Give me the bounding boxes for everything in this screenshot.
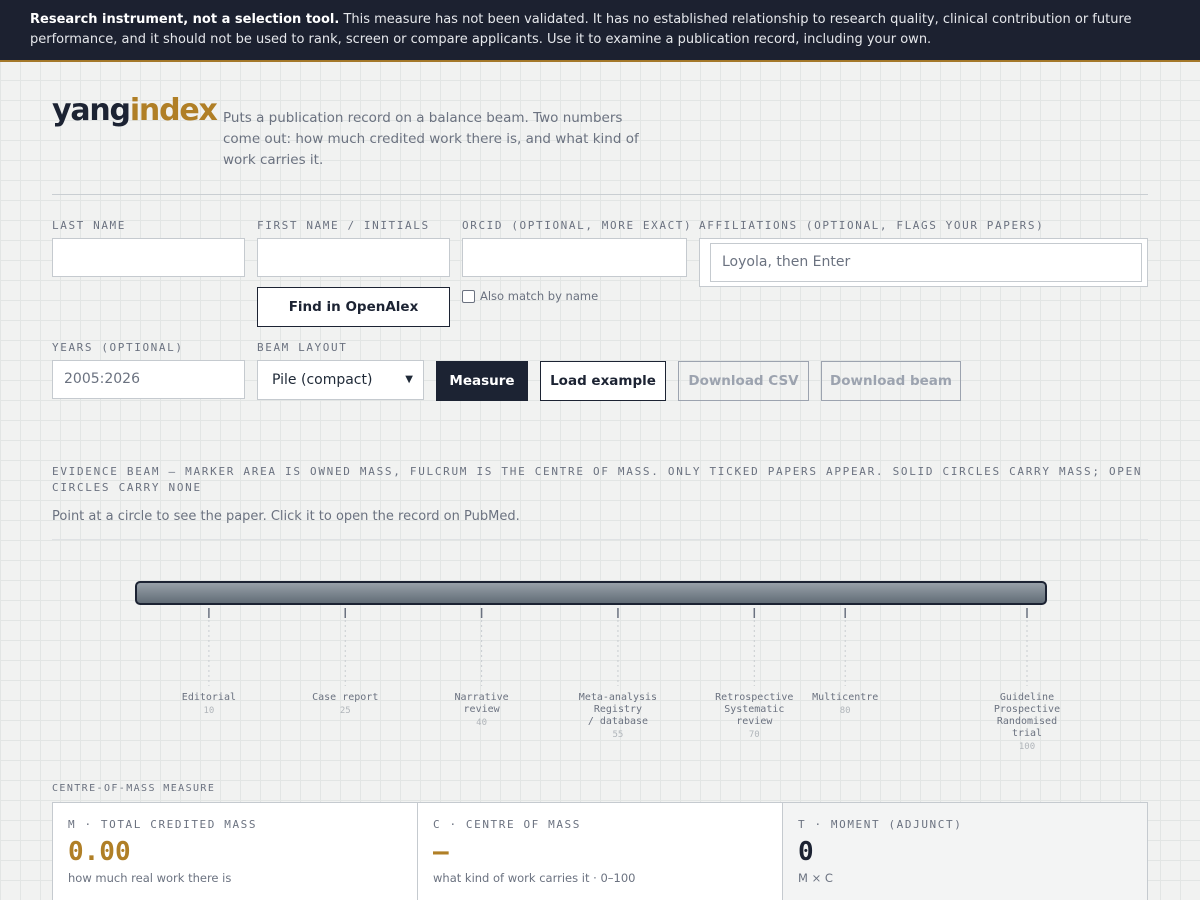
beam-tick-label: review xyxy=(464,704,501,715)
beam-tick-label: / database xyxy=(588,716,648,727)
beam-tick-value: 25 xyxy=(340,706,351,716)
layout-select-value: Pile (compact) xyxy=(272,372,373,388)
first-name-label: FIRST NAME / INITIALS xyxy=(257,219,430,232)
last-name-input[interactable] xyxy=(52,238,245,277)
brand-part1: yang xyxy=(52,93,131,128)
centre-label: C · CENTRE OF MASS xyxy=(433,818,582,831)
beam-tick-label: Meta-analysis xyxy=(579,692,657,703)
mass-value: 0.00 xyxy=(68,837,131,867)
beam-tick-label: Retrospective xyxy=(715,692,793,703)
affiliations-field: Loyola, then Enter xyxy=(699,238,1148,287)
beam-tick-label: Randomised xyxy=(997,716,1057,727)
beam-tick-value: 10 xyxy=(203,706,214,716)
moment-label: T · MOMENT (ADJUNCT) xyxy=(798,818,963,831)
beam-tick-label: Multicentre xyxy=(812,692,878,703)
moment-value: 0 xyxy=(798,837,814,867)
beam-hint: Point at a circle to see the paper. Clic… xyxy=(52,509,520,524)
beam-tick-label: review xyxy=(736,716,773,727)
evidence-beam[interactable]: Editorial10Case report25Narrativereview4… xyxy=(0,570,1200,760)
first-name-input[interactable] xyxy=(257,238,450,277)
beam-tick-label: Narrative xyxy=(455,692,509,703)
layout-select[interactable]: Pile (compact) ▼ xyxy=(257,360,424,400)
measure-panels: M · TOTAL CREDITED MASS 0.00 how much re… xyxy=(52,802,1148,900)
banner-strong: Research instrument, not a selection too… xyxy=(30,12,340,27)
measure-section-label: CENTRE-OF-MASS MEASURE xyxy=(52,783,216,794)
beam-tick-value: 100 xyxy=(1019,742,1035,752)
mass-sub: how much real work there is xyxy=(68,871,232,885)
match-by-name-row: Also match by name xyxy=(462,289,598,303)
years-label: YEARS (OPTIONAL) xyxy=(52,341,184,354)
brand-part2: index xyxy=(129,93,218,128)
measure-button[interactable]: Measure xyxy=(436,361,528,401)
moment-panel: T · MOMENT (ADJUNCT) 0 M × C xyxy=(783,803,1147,900)
tagline: Puts a publication record on a balance b… xyxy=(223,110,639,168)
last-name-label: LAST NAME xyxy=(52,219,127,232)
beam-tick-label: Case report xyxy=(312,692,378,703)
beam-tick-value: 70 xyxy=(749,730,760,740)
beam-tick-label: Registry xyxy=(594,704,642,715)
match-by-name-label: Also match by name xyxy=(480,289,599,303)
beam-section-title: EVIDENCE BEAM — MARKER AREA IS OWNED MAS… xyxy=(52,465,1143,494)
beam-tick-label: Prospective xyxy=(994,704,1060,715)
beam-tick-value: 40 xyxy=(476,718,487,728)
beam-tick-label: Editorial xyxy=(182,692,236,703)
centre-panel: C · CENTRE OF MASS — what kind of work c… xyxy=(418,803,783,900)
beam-tick-value: 80 xyxy=(840,706,851,716)
load-example-button[interactable]: Load example xyxy=(540,361,666,401)
header-divider xyxy=(52,194,1148,195)
beam-divider xyxy=(52,539,1148,540)
mass-label: M · TOTAL CREDITED MASS xyxy=(68,818,258,831)
affiliations-input[interactable]: Loyola, then Enter xyxy=(710,243,1142,282)
beam-tick-value: 55 xyxy=(613,730,624,740)
beam-tick-label: Systematic xyxy=(724,704,784,715)
affiliations-label: AFFILIATIONS (OPTIONAL, FLAGS YOUR PAPER… xyxy=(699,219,1045,232)
beam-ticks: Editorial10Case report25Narrativereview4… xyxy=(182,608,1060,752)
centre-sub: what kind of work carries it · 0–100 xyxy=(433,871,636,885)
brand-logo: yangindex xyxy=(52,93,218,128)
beam-tick-label: trial xyxy=(1012,728,1042,739)
chevron-down-icon: ▼ xyxy=(405,374,413,385)
moment-sub: M × C xyxy=(798,871,833,885)
centre-value: — xyxy=(433,837,449,867)
mass-panel: M · TOTAL CREDITED MASS 0.00 how much re… xyxy=(53,803,418,900)
download-csv-button[interactable]: Download CSV xyxy=(678,361,809,401)
layout-label: BEAM LAYOUT xyxy=(257,341,348,354)
orcid-label: ORCID (OPTIONAL, MORE EXACT) xyxy=(462,219,693,232)
find-openalex-button[interactable]: Find in OpenAlex xyxy=(257,287,450,327)
beam-tick-label: Guideline xyxy=(1000,692,1054,703)
beam-bar xyxy=(135,581,1047,605)
orcid-input[interactable] xyxy=(462,238,687,277)
match-by-name-checkbox[interactable] xyxy=(462,289,475,303)
disclaimer-banner: Research instrument, not a selection too… xyxy=(0,0,1200,62)
download-beam-button[interactable]: Download beam xyxy=(821,361,961,401)
years-input[interactable]: 2005:2026 xyxy=(52,360,245,399)
